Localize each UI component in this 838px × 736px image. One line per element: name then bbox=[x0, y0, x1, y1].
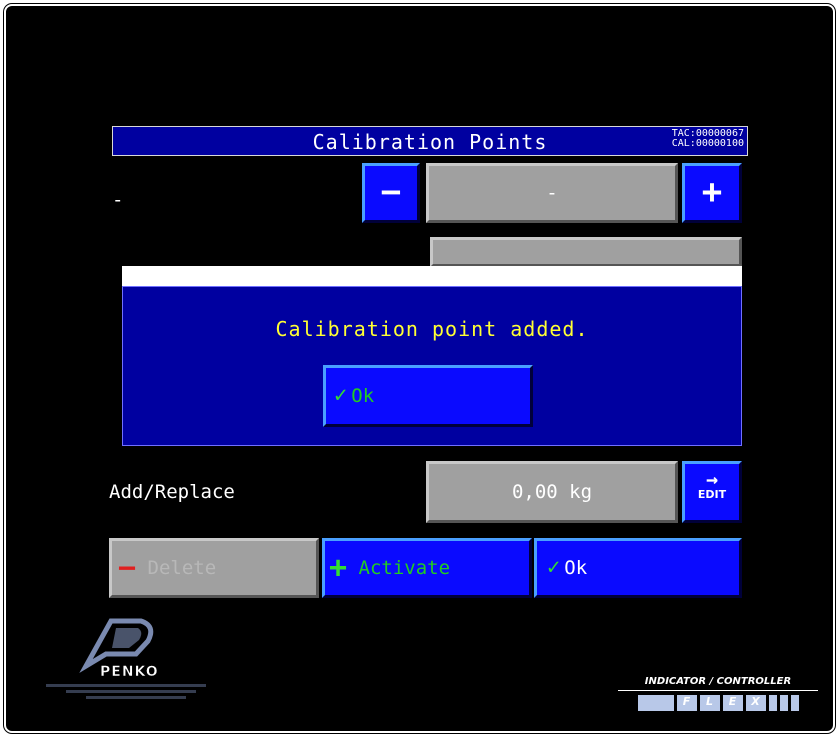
dialog-ok-button[interactable]: ✓ Ok bbox=[323, 365, 533, 427]
flex-branding: INDICATOR / CONTROLLER F L E X bbox=[618, 676, 818, 721]
activate-button[interactable]: + Activate bbox=[322, 538, 532, 598]
row1-label: - bbox=[112, 189, 124, 211]
dialog-ok-label: Ok bbox=[351, 385, 375, 407]
delete-button[interactable]: − Delete bbox=[109, 538, 319, 598]
row2-value-field[interactable] bbox=[430, 237, 742, 267]
penko-logo: PENKO bbox=[26, 616, 246, 716]
checkmark-icon: ✓ bbox=[334, 383, 348, 408]
dialog-title-bar bbox=[122, 266, 742, 286]
divider bbox=[618, 690, 818, 691]
checkmark-icon: ✓ bbox=[547, 555, 561, 580]
activate-label: Activate bbox=[358, 557, 451, 579]
screen-frame: Calibration Points TAC:00000067 CAL:0000… bbox=[4, 4, 835, 733]
edit-button[interactable]: → EDIT bbox=[682, 461, 742, 523]
ok-label: Ok bbox=[564, 557, 588, 579]
page-title: Calibration Points bbox=[312, 130, 548, 154]
add-replace-label: Add/Replace bbox=[109, 481, 235, 503]
increment-button[interactable]: + bbox=[682, 163, 742, 223]
plus-icon: + bbox=[329, 550, 348, 586]
delete-label: Delete bbox=[147, 557, 217, 579]
ok-button[interactable]: ✓ Ok bbox=[534, 538, 742, 598]
minus-icon: − bbox=[380, 172, 402, 212]
add-replace-value-field[interactable]: 0,00 kg bbox=[426, 461, 678, 523]
edit-label: EDIT bbox=[697, 488, 727, 501]
decrement-button[interactable]: − bbox=[362, 163, 420, 223]
plus-icon: + bbox=[701, 172, 723, 212]
row1-value-field[interactable]: - bbox=[426, 163, 678, 223]
confirmation-dialog: Calibration point added. ✓ Ok bbox=[122, 286, 742, 446]
penko-text: PENKO bbox=[100, 664, 159, 681]
flex-logo: F L E X bbox=[618, 695, 818, 711]
product-line: INDICATOR / CONTROLLER bbox=[644, 676, 792, 687]
minus-icon: − bbox=[118, 550, 137, 586]
arrow-right-icon: → bbox=[705, 467, 719, 491]
cal-counter: CAL:00000100 bbox=[671, 138, 744, 149]
dialog-message: Calibration point added. bbox=[275, 317, 589, 341]
title-bar: Calibration Points TAC:00000067 CAL:0000… bbox=[112, 126, 748, 156]
counters: TAC:00000067 CAL:00000100 bbox=[672, 129, 744, 149]
